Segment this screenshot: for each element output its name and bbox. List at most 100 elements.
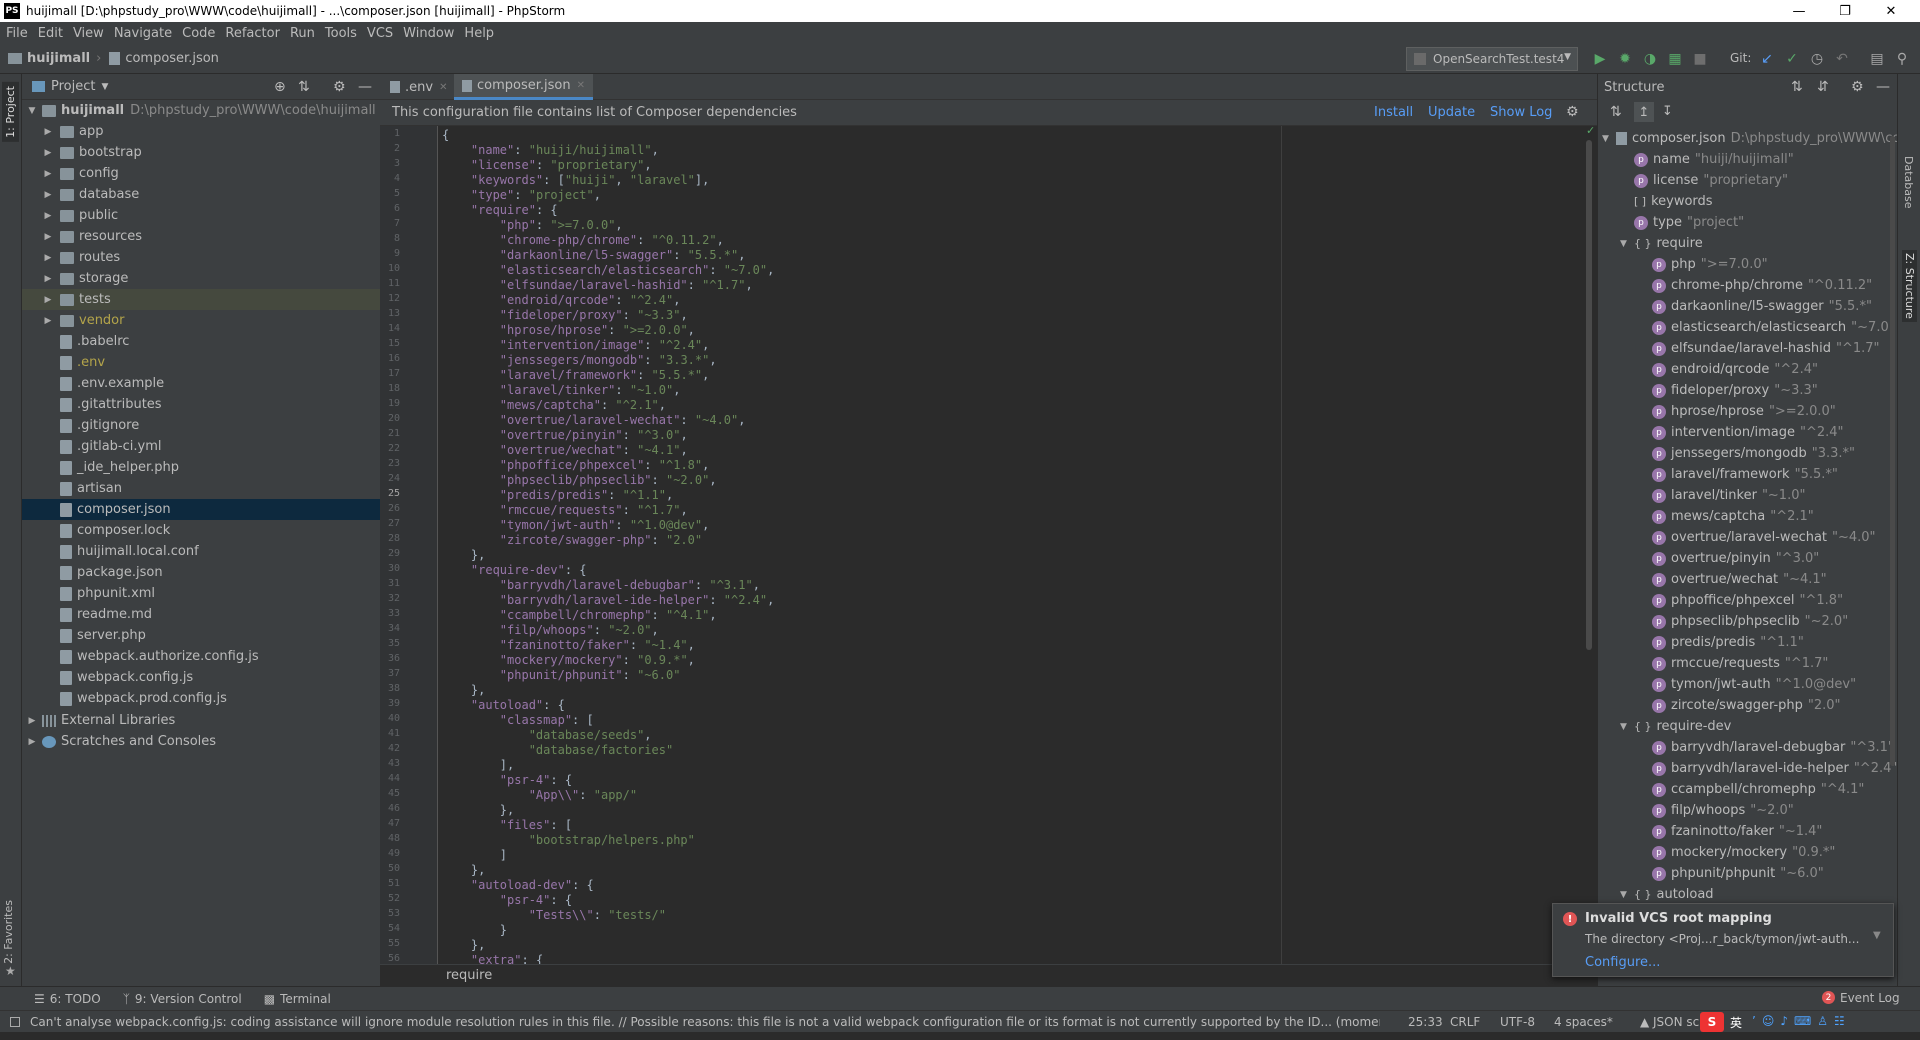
menu-code[interactable]: Code — [182, 26, 215, 41]
rollback-icon[interactable]: ↶ — [1833, 50, 1851, 68]
json-schema[interactable]: JSON sc — [1653, 1015, 1699, 1029]
configure-link[interactable]: Configure... — [1585, 955, 1660, 970]
structure-row[interactable]: p phpoffice/phpexcel "^1.8" — [1638, 590, 1843, 611]
structure-row[interactable]: p chrome-php/chrome "^0.11.2" — [1638, 275, 1872, 296]
hide-panel-icon[interactable]: — — [358, 79, 372, 95]
tab-env[interactable]: .env ✕ — [382, 74, 455, 100]
structure-row[interactable]: p fzaninotto/faker "~1.4" — [1638, 821, 1822, 842]
git-commit-icon[interactable]: ✓ — [1783, 50, 1801, 68]
tree-item[interactable]: ▶ config — [22, 163, 380, 184]
tree-item[interactable]: phpunit.xml — [22, 583, 380, 604]
structure-row[interactable]: p rmccue/requests "^1.7" — [1638, 653, 1828, 674]
tree-item[interactable]: huijimall.local.conf — [22, 541, 380, 562]
tree-item[interactable]: composer.lock — [22, 520, 380, 541]
ime-mode[interactable]: 英 — [1730, 1014, 1742, 1031]
structure-row[interactable]: ▼{ } require-dev — [1620, 716, 1731, 737]
stop-icon[interactable]: ■ — [1691, 50, 1709, 68]
expand-closed-icon[interactable]: ▶ — [42, 190, 54, 200]
tree-item[interactable]: composer.json — [22, 499, 380, 520]
gear-icon[interactable]: ⚙ — [333, 79, 346, 95]
tree-item[interactable]: readme.md — [22, 604, 380, 625]
tree-item[interactable]: ▶ storage — [22, 268, 380, 289]
structure-row[interactable]: p laravel/framework "5.5.*" — [1638, 464, 1838, 485]
event-log-tool-button[interactable]: Event Log — [1840, 991, 1900, 1005]
external-libraries[interactable]: ▶ External Libraries — [22, 710, 380, 731]
expand-closed-icon[interactable]: ▶ — [42, 127, 54, 137]
tree-item[interactable]: .env — [22, 352, 380, 373]
collapse-all-icon[interactable]: ⇅ — [298, 79, 310, 95]
expand-open-icon[interactable]: ▼ — [1620, 890, 1634, 900]
expand-closed-icon[interactable]: ▶ — [42, 295, 54, 305]
structure-row[interactable]: p intervention/image "^2.4" — [1638, 422, 1844, 443]
sogou-ime-icon[interactable]: S — [1700, 1012, 1724, 1032]
structure-row[interactable]: p overtrue/pinyin "^3.0" — [1638, 548, 1819, 569]
autoscroll-to-source-icon[interactable]: ↥ — [1634, 102, 1654, 122]
menu-edit[interactable]: Edit — [38, 26, 63, 41]
hide-panel-icon[interactable]: — — [1876, 79, 1890, 95]
structure-row[interactable]: p phpseclib/phpseclib "~2.0" — [1638, 611, 1848, 632]
maximize-button[interactable]: ❐ — [1822, 0, 1868, 22]
expand-closed-icon[interactable]: ▶ — [42, 211, 54, 221]
project-view-select[interactable]: Project — [51, 79, 95, 94]
structure-row[interactable]: p elasticsearch/elasticsearch "~7.0" — [1638, 317, 1895, 338]
structure-row[interactable]: p overtrue/wechat "~4.1" — [1638, 569, 1827, 590]
tree-item[interactable]: ▶ public — [22, 205, 380, 226]
tree-item[interactable]: webpack.config.js — [22, 667, 380, 688]
expand-open-icon[interactable]: ▼ — [1602, 134, 1616, 144]
structure-row[interactable]: p overtrue/laravel-wechat "~4.0" — [1638, 527, 1876, 548]
tree-item[interactable]: ▶ resources — [22, 226, 380, 247]
expand-closed-icon[interactable]: ▶ — [42, 148, 54, 158]
project-structure-icon[interactable]: ▤ — [1868, 50, 1886, 68]
scratches-and-consoles[interactable]: ▶ Scratches and Consoles — [22, 731, 380, 752]
structure-row[interactable]: p name "huiji/huijimall" — [1620, 149, 1794, 170]
install-link[interactable]: Install — [1374, 105, 1413, 120]
expand-closed-icon[interactable]: ▶ — [42, 316, 54, 326]
tree-item[interactable]: _ide_helper.php — [22, 457, 380, 478]
structure-row[interactable]: p barryvdh/laravel-ide-helper "^2.4" — [1638, 758, 1897, 779]
tree-item[interactable]: .gitattributes — [22, 394, 380, 415]
breadcrumb-project[interactable]: huijimall — [8, 51, 90, 66]
breadcrumb-file[interactable]: composer.json — [109, 51, 219, 66]
expand-closed-icon[interactable]: ▶ — [42, 274, 54, 284]
structure-row[interactable]: p license "proprietary" — [1620, 170, 1788, 191]
editor-scrollbar[interactable] — [1586, 140, 1592, 650]
structure-row[interactable]: p zircote/swagger-php "2.0" — [1638, 695, 1841, 716]
notification-balloon[interactable]: ! Invalid VCS root mapping The directory… — [1552, 903, 1894, 977]
editor-breadcrumb[interactable]: require — [446, 968, 492, 983]
code-editor[interactable]: { "name": "huiji/huijimall", "license": … — [438, 126, 1597, 964]
history-icon[interactable]: ◷ — [1808, 50, 1826, 68]
gear-icon[interactable]: ⚙ — [1566, 104, 1579, 120]
tree-item[interactable]: .gitignore — [22, 415, 380, 436]
tree-item[interactable]: artisan — [22, 478, 380, 499]
structure-row[interactable]: p phpunit/phpunit "~6.0" — [1638, 863, 1824, 884]
menu-vcs[interactable]: VCS — [367, 26, 393, 41]
expand-closed-icon[interactable]: ▶ — [42, 253, 54, 263]
minimize-button[interactable]: — — [1776, 0, 1822, 22]
show-log-link[interactable]: Show Log — [1490, 105, 1552, 120]
expand-closed-icon[interactable]: ▶ — [42, 169, 54, 179]
expand-open-icon[interactable]: ▼ — [1620, 239, 1634, 249]
search-icon[interactable]: ⚲ — [1893, 50, 1911, 68]
structure-row[interactable]: p filp/whoops "~2.0" — [1638, 800, 1794, 821]
tree-item[interactable]: ▶ tests — [22, 289, 380, 310]
status-checkbox-icon[interactable] — [10, 1016, 20, 1027]
autoscroll-from-source-icon[interactable]: ↧ — [1662, 104, 1673, 119]
tree-root[interactable]: ▼ huijimall D:\phpstudy_pro\WWW\code\hui… — [22, 100, 380, 121]
git-update-icon[interactable]: ↙ — [1758, 50, 1776, 68]
todo-tool-button[interactable]: 6: TODO — [50, 992, 101, 1006]
structure-row[interactable]: p ccampbell/chromephp "^4.1" — [1638, 779, 1864, 800]
structure-row[interactable]: p predis/predis "^1.1" — [1638, 632, 1804, 653]
tree-item[interactable]: ▶ vendor — [22, 310, 380, 331]
indent-setting[interactable]: 4 spaces* — [1554, 1015, 1613, 1029]
terminal-tool-button[interactable]: Terminal — [280, 992, 331, 1006]
debug-icon[interactable]: ✹ — [1616, 50, 1634, 68]
project-tool-button[interactable]: 1: Project — [2, 82, 19, 142]
locate-icon[interactable]: ⊕ — [274, 79, 286, 95]
structure-row[interactable]: p endroid/qrcode "^2.4" — [1638, 359, 1818, 380]
menu-tools[interactable]: Tools — [325, 26, 357, 41]
tree-item[interactable]: ▶ database — [22, 184, 380, 205]
update-link[interactable]: Update — [1428, 105, 1475, 120]
sort-alphabetically-icon[interactable]: ⇅ — [1610, 104, 1622, 120]
profile-icon[interactable]: ▦ — [1666, 50, 1684, 68]
database-tool-button[interactable]: Database — [1902, 156, 1915, 209]
